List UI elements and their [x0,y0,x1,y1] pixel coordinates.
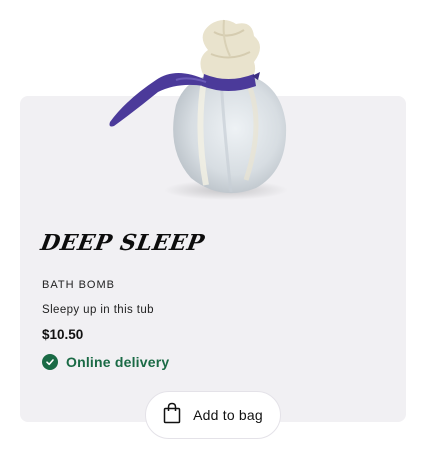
delivery-label: Online delivery [66,354,170,370]
product-description: Sleepy up in this tub [42,304,154,316]
shopping-bag-icon [163,402,181,429]
product-name[interactable]: DEEP SLEEP [39,230,207,256]
add-to-bag-label: Add to bag [193,407,263,423]
check-circle-icon [42,354,58,370]
delivery-status: Online delivery [42,354,169,370]
product-image[interactable] [96,10,310,206]
product-category: BATH BOMB [42,279,115,291]
product-price: $10.50 [42,327,84,342]
add-to-bag-button[interactable]: Add to bag [145,391,281,439]
